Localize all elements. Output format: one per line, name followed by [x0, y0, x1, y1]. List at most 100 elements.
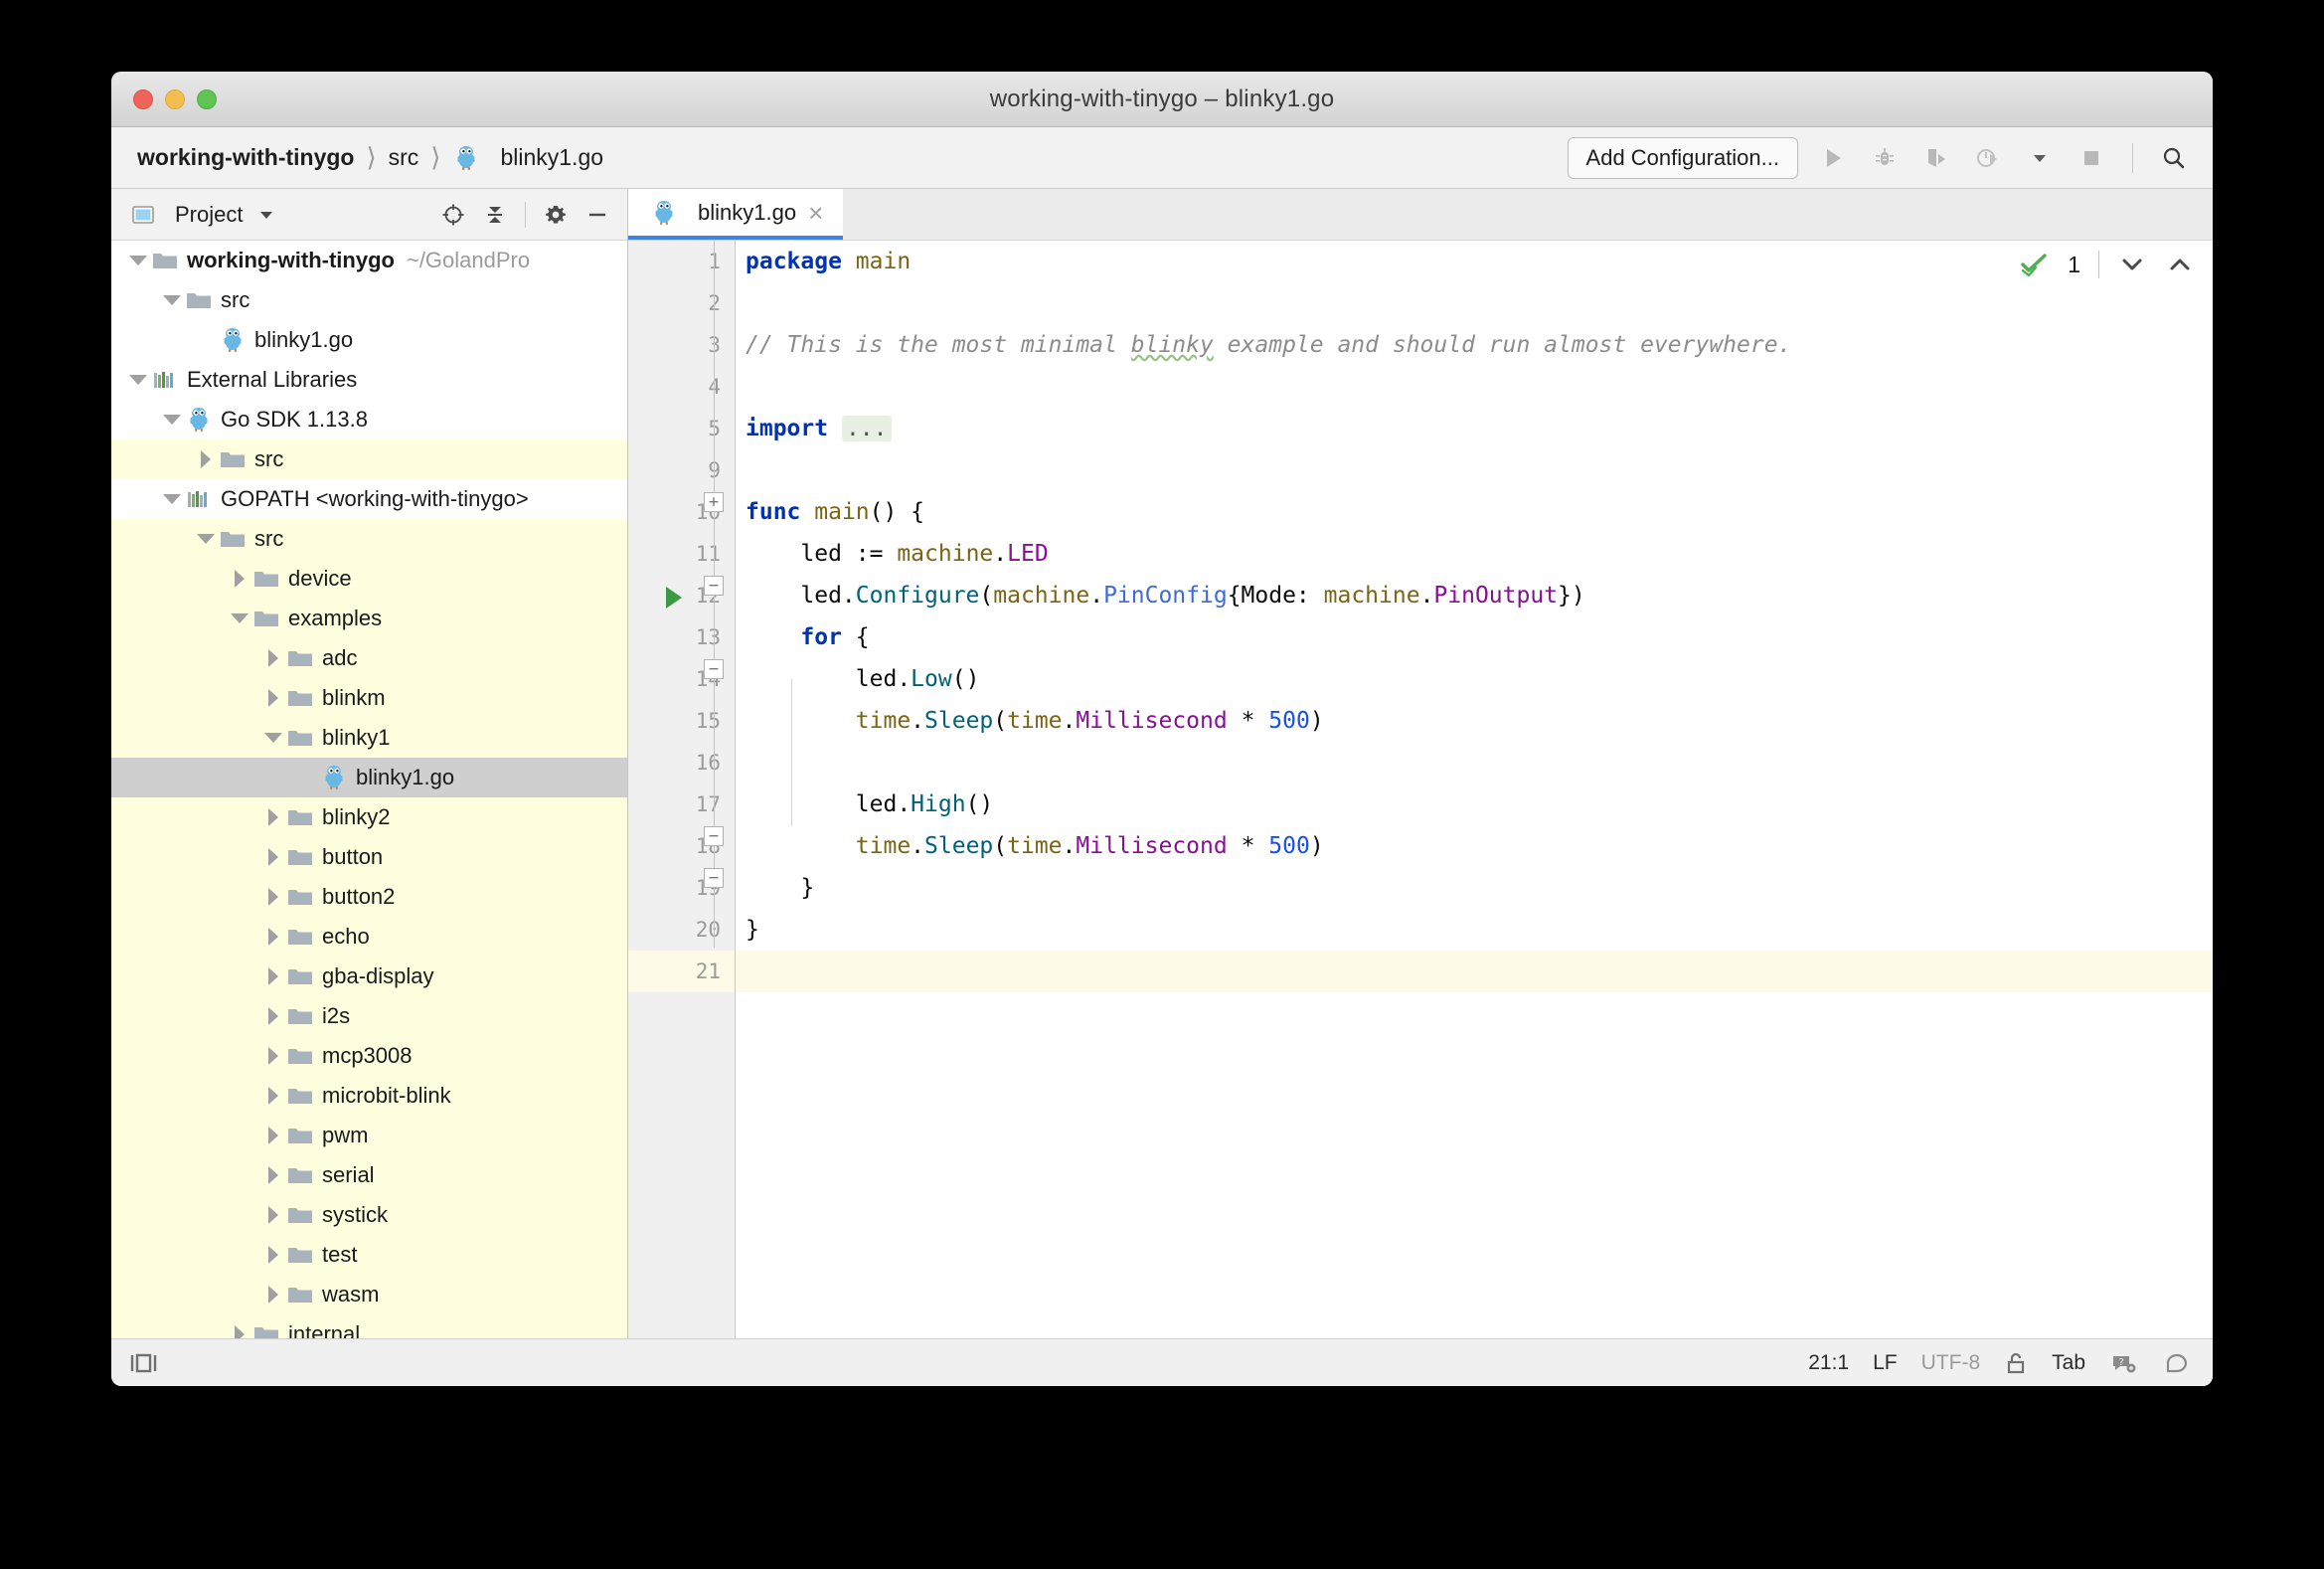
editor-gutter[interactable]: 123459101112131415161718192021 [628, 241, 736, 1338]
chevron-right-icon[interactable] [260, 1202, 286, 1228]
chevron-down-icon[interactable] [2023, 141, 2057, 175]
chevron-right-icon[interactable] [260, 645, 286, 671]
code-line[interactable]: led.Low() [736, 658, 2213, 700]
chevron-right-icon[interactable] [260, 963, 286, 989]
run-icon[interactable] [1816, 141, 1850, 175]
code-line[interactable] [736, 742, 2213, 784]
chevron-up-icon[interactable] [2165, 254, 2195, 275]
chevron-down-icon[interactable] [252, 201, 280, 229]
chevron-down-icon[interactable] [2117, 254, 2147, 275]
tree-row[interactable]: examples [111, 599, 627, 638]
line-number[interactable]: 20 [628, 909, 735, 951]
chevron-down-icon[interactable] [227, 606, 252, 631]
line-number[interactable]: 4 [628, 366, 735, 408]
chevron-right-icon[interactable] [260, 1162, 286, 1188]
code-line[interactable]: time.Sleep(time.Millisecond * 500) [736, 700, 2213, 742]
code-line[interactable] [736, 366, 2213, 408]
profile-icon[interactable] [1971, 141, 2005, 175]
line-number[interactable]: 2 [628, 282, 735, 324]
line-number[interactable]: 17 [628, 784, 735, 825]
line-separator[interactable]: LF [1873, 1351, 1898, 1375]
tree-row[interactable]: i2s [111, 996, 627, 1036]
line-number[interactable]: 13 [628, 616, 735, 658]
locate-icon[interactable] [439, 201, 467, 229]
chevron-down-icon[interactable] [159, 407, 185, 433]
settings-gear-icon[interactable] [542, 201, 570, 229]
line-number[interactable]: 1 [628, 241, 735, 282]
indent-setting[interactable]: Tab [2052, 1351, 2085, 1375]
tree-row[interactable]: internal [111, 1314, 627, 1338]
chevron-right-icon[interactable] [260, 1242, 286, 1268]
tree-row[interactable]: wasm [111, 1275, 627, 1314]
search-icon[interactable] [2157, 141, 2191, 175]
chevron-right-icon[interactable] [227, 566, 252, 592]
tree-row[interactable]: blinky1.go [111, 758, 627, 797]
chevron-right-icon[interactable] [260, 844, 286, 870]
code-line[interactable] [736, 951, 2213, 992]
tree-row[interactable]: pwm [111, 1116, 627, 1155]
chevron-right-icon[interactable] [260, 884, 286, 910]
tree-row[interactable]: systick [111, 1195, 627, 1235]
breadcrumb-item-project[interactable]: working-with-tinygo [137, 144, 354, 171]
chevron-down-icon[interactable] [260, 725, 286, 751]
breadcrumb-item-src[interactable]: src [389, 144, 419, 171]
fold-expand-import-icon[interactable]: + [704, 492, 724, 512]
tree-row[interactable]: blinky1 [111, 718, 627, 758]
code-line[interactable]: for { [736, 616, 2213, 658]
chevron-down-icon[interactable] [159, 287, 185, 313]
file-encoding[interactable]: UTF-8 [1921, 1351, 1981, 1375]
tree-row[interactable]: button [111, 837, 627, 877]
assistant-icon[interactable] [2163, 1350, 2191, 1376]
tree-row[interactable]: microbit-blink [111, 1076, 627, 1116]
chevron-right-icon[interactable] [260, 1282, 286, 1308]
chevron-right-icon[interactable] [260, 924, 286, 950]
tree-row[interactable]: src [111, 519, 627, 559]
breadcrumb-item-file[interactable]: blinky1.go [500, 144, 603, 171]
project-tree[interactable]: working-with-tinygo ~/GolandPro src blinky1… [111, 241, 627, 1338]
line-number[interactable]: 15 [628, 700, 735, 742]
tree-row[interactable]: adc [111, 638, 627, 678]
run-with-coverage-icon[interactable] [1919, 141, 1953, 175]
tree-row[interactable]: External Libraries [111, 360, 627, 400]
code-line[interactable]: func main() { [736, 491, 2213, 533]
fold-collapse-func-icon[interactable]: − [704, 576, 724, 596]
line-number[interactable]: 21 [628, 951, 735, 992]
code-line[interactable]: } [736, 909, 2213, 951]
chevron-right-icon[interactable] [193, 446, 219, 472]
code-line[interactable]: led.High() [736, 784, 2213, 825]
code-line[interactable]: import ... [736, 408, 2213, 449]
tree-row[interactable]: src [111, 439, 627, 479]
tab-blinky1-go[interactable]: blinky1.go × [628, 189, 844, 240]
chevron-down-icon[interactable] [193, 526, 219, 552]
chevron-right-icon[interactable] [260, 685, 286, 711]
chevron-down-icon[interactable] [159, 486, 185, 512]
inspection-widget[interactable]: 1 [2020, 251, 2195, 278]
tree-row[interactable]: echo [111, 917, 627, 957]
line-number[interactable]: 9 [628, 449, 735, 491]
code-lines[interactable]: package main // This is the most minimal … [736, 241, 2213, 992]
add-configuration-button[interactable]: Add Configuration... [1567, 136, 1798, 179]
code-area[interactable]: + − − − − package main// This is the mos… [666, 241, 2213, 1338]
tree-row[interactable]: working-with-tinygo ~/GolandPro [111, 241, 627, 280]
tree-row[interactable]: button2 [111, 877, 627, 917]
tree-row[interactable]: blinky1.go [111, 320, 627, 360]
event-log-icon[interactable]: ? [2109, 1350, 2139, 1376]
chevron-right-icon[interactable] [260, 804, 286, 830]
hide-panel-icon[interactable] [583, 201, 611, 229]
line-number[interactable]: 3 [628, 324, 735, 366]
code-line[interactable]: led.Configure(machine.PinConfig{Mode: ma… [736, 575, 2213, 616]
chevron-right-icon[interactable] [227, 1321, 252, 1338]
code-line[interactable]: } [736, 867, 2213, 909]
code-line[interactable]: led := machine.LED [736, 533, 2213, 575]
line-number[interactable]: 11 [628, 533, 735, 575]
tree-row[interactable]: blinky2 [111, 797, 627, 837]
caret-position[interactable]: 21:1 [1808, 1351, 1849, 1375]
chevron-right-icon[interactable] [260, 1083, 286, 1109]
tree-row[interactable]: device [111, 559, 627, 599]
tree-row[interactable]: gba-display [111, 957, 627, 996]
code-line[interactable] [736, 282, 2213, 324]
chevron-down-icon[interactable] [125, 248, 151, 273]
code-line[interactable]: package main [736, 241, 2213, 282]
toggle-tool-window-bars-icon[interactable] [129, 1350, 159, 1376]
tree-row[interactable]: GOPATH <working-with-tinygo> [111, 479, 627, 519]
